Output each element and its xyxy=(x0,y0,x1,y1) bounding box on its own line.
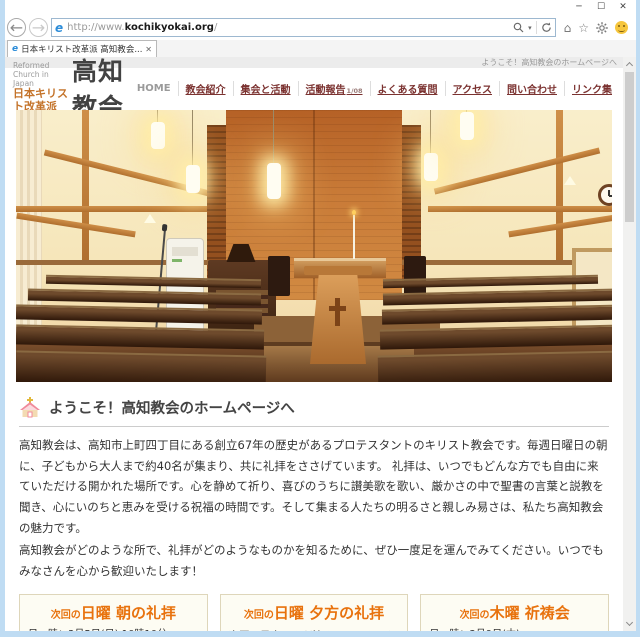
prayer-meeting-box: 次回の木曜 祈祷会 日 時：3月9日(木) 讃美歌：322番 解 説：小澤寿輔 … xyxy=(420,594,609,631)
title-bar: ─ ☐ ✕ xyxy=(5,0,636,15)
box-title-prefix: 次回の xyxy=(51,610,81,621)
scroll-down-icon[interactable] xyxy=(623,617,636,631)
lamp-cord xyxy=(192,110,193,165)
lamp-cord xyxy=(430,110,431,153)
lamp-cord xyxy=(157,110,158,122)
feedback-smiley-icon[interactable] xyxy=(615,21,628,34)
logo-subtitle-en: Reformed Church in Japan xyxy=(13,62,68,88)
settings-gear-icon[interactable] xyxy=(596,22,608,34)
minimize-button[interactable]: ─ xyxy=(568,0,590,15)
ie-icon: e xyxy=(55,21,63,35)
browser-toolbar: ← → e http://www.kochikyokai.org/ ▾ ⌂ ☆ xyxy=(5,15,636,40)
scrollbar-thumb[interactable] xyxy=(625,72,634,222)
main-nav: HOME 教会紹介 集会と活動 活動報告1/08 よくある質問 アクセス 問い合… xyxy=(130,68,619,108)
row-label: 日 時： xyxy=(28,628,68,631)
pendant-lamp xyxy=(460,112,474,140)
home-icon[interactable]: ⌂ xyxy=(564,22,572,34)
box-title: 次回の日曜 夕方の礼拝 xyxy=(229,602,400,623)
browser-window: ─ ☐ ✕ ← → e http://www.kochikyokai.org/ … xyxy=(0,0,640,637)
address-bar[interactable]: e http://www.kochikyokai.org/ ▾ xyxy=(51,18,556,37)
service-boxes: 次回の日曜 朝の礼拝 日 時：3月5日(日) 10時10分 説教題：「信仰こそ神… xyxy=(19,594,609,631)
nav-contact[interactable]: 問い合わせ xyxy=(499,81,564,96)
maximize-button[interactable]: ☐ xyxy=(590,0,612,15)
row-label: 日 時： xyxy=(429,628,469,631)
row-value: 3月9日(木) xyxy=(469,628,600,631)
welcome-heading: ようこそ！高知教会のホームページへ xyxy=(49,397,295,418)
site-header: Reformed Church in Japan 日本キリスト改革派 高知教会 … xyxy=(5,68,623,108)
ie-tab-icon: e xyxy=(12,44,18,54)
pew xyxy=(378,350,612,382)
tab-close-icon[interactable]: ✕ xyxy=(145,45,152,54)
box-title-main: 日曜 朝の礼拝 xyxy=(81,604,176,622)
close-button[interactable]: ✕ xyxy=(612,0,634,15)
morning-worship-box: 次回の日曜 朝の礼拝 日 時：3月5日(日) 10時10分 説教題：「信仰こそ神… xyxy=(19,594,208,631)
search-dropdown-icon[interactable]: ▾ xyxy=(528,24,532,32)
church-icon xyxy=(19,396,41,418)
wall-sconce xyxy=(144,214,156,223)
wood-beam xyxy=(16,206,216,212)
intro-paragraph-2: 高知教会がどのような所で、礼拝がどのようなものかを知るために、ぜひ一度足を運んで… xyxy=(19,540,609,581)
chair xyxy=(404,256,426,296)
candle xyxy=(353,215,355,259)
favorites-star-icon[interactable]: ☆ xyxy=(578,22,589,34)
refresh-icon[interactable] xyxy=(541,22,552,33)
box-title: 次回の木曜 祈祷会 xyxy=(429,602,600,623)
pendant-lamp xyxy=(151,122,165,149)
url-text[interactable]: http://www.kochikyokai.org/ xyxy=(67,22,513,33)
detail-row: 日 時：3月5日(日) 10時10分 xyxy=(28,628,199,631)
back-button[interactable]: ← xyxy=(7,18,26,37)
intro-paragraph-1: 高知教会は、高知市上町四丁目にある創立67年の歴史があるプロテスタントのキリスト… xyxy=(19,435,609,538)
no-schedule-text: 次回の予定はまだ決まっていません xyxy=(229,628,400,631)
cross-icon xyxy=(335,298,340,326)
nav-links[interactable]: リンク集 xyxy=(564,81,619,96)
scroll-up-icon[interactable] xyxy=(623,57,636,71)
wood-beam xyxy=(82,110,89,260)
webpage: ようこそ！高知教会のホームページへ Reformed Church in Jap… xyxy=(5,57,623,631)
church-photo xyxy=(16,110,612,382)
nav-church-intro[interactable]: 教会紹介 xyxy=(178,81,233,96)
search-icon[interactable] xyxy=(513,22,524,33)
wood-beam xyxy=(556,110,563,260)
box-title-main: 日曜 夕方の礼拝 xyxy=(274,604,384,622)
wall-sconce xyxy=(564,176,576,185)
tab-title: 日本キリスト改革派 高知教会... xyxy=(21,43,142,55)
forward-button[interactable]: → xyxy=(29,18,48,37)
tab-bar: e 日本キリスト改革派 高知教会... ✕ xyxy=(5,40,636,57)
pendant-lamp xyxy=(186,165,200,193)
row-value: 3月5日(日) 10時10分 xyxy=(68,628,199,631)
divider xyxy=(536,21,537,34)
box-title: 次回の日曜 朝の礼拝 xyxy=(28,602,199,623)
nav-access[interactable]: アクセス xyxy=(445,81,500,96)
pulpit-top xyxy=(304,266,372,275)
chair xyxy=(268,256,290,296)
wall-clock xyxy=(598,184,612,206)
box-title-prefix: 次回の xyxy=(460,610,490,621)
pendant-lamp xyxy=(424,153,438,181)
pew xyxy=(16,350,266,382)
wood-beam xyxy=(434,148,600,195)
pendant-lamp xyxy=(267,163,281,199)
browser-tab[interactable]: e 日本キリスト改革派 高知教会... ✕ xyxy=(7,40,157,57)
wood-beam xyxy=(428,206,612,212)
nav-activity-badge: 1/08 xyxy=(347,87,363,95)
box-title-prefix: 次回の xyxy=(244,610,274,621)
nav-activity-report[interactable]: 活動報告1/08 xyxy=(298,81,370,96)
vertical-scrollbar[interactable] xyxy=(623,57,636,631)
detail-row: 日 時：3月9日(木) xyxy=(429,628,600,631)
evening-worship-box: 次回の日曜 夕方の礼拝 次回の予定はまだ決まっていません xyxy=(220,594,409,631)
box-title-main: 木曜 祈祷会 xyxy=(490,604,570,622)
nav-faq[interactable]: よくある質問 xyxy=(370,81,445,96)
cross-icon xyxy=(329,306,346,311)
welcome-section: ようこそ！高知教会のホームページへ xyxy=(19,396,609,427)
lamp-cord xyxy=(273,110,274,163)
nav-home[interactable]: HOME xyxy=(130,83,178,94)
intro-text: 高知教会は、高知市上町四丁目にある創立67年の歴史があるプロテスタントのキリスト… xyxy=(19,435,609,582)
nav-meetings[interactable]: 集会と活動 xyxy=(233,81,298,96)
